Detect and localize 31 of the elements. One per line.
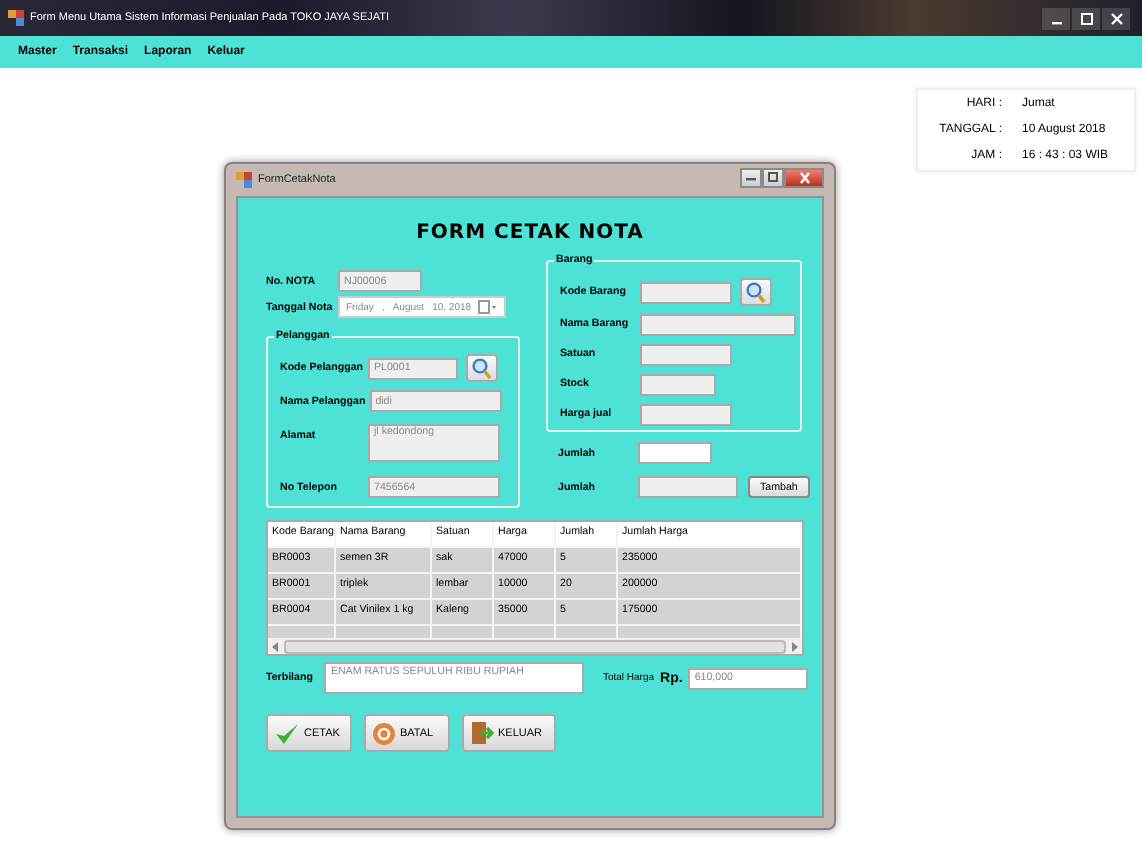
search-button[interactable] xyxy=(466,354,498,382)
input-field[interactable] xyxy=(640,403,732,425)
door-exit-icon xyxy=(470,720,494,746)
close-icon xyxy=(1109,11,1123,25)
app-icon xyxy=(8,10,24,26)
input-field[interactable] xyxy=(640,343,732,365)
minimize-icon xyxy=(744,172,758,182)
check-icon xyxy=(274,721,300,745)
input-field[interactable] xyxy=(638,442,712,464)
form-icon xyxy=(236,172,252,188)
maximize-button[interactable] xyxy=(1072,7,1100,29)
input-field[interactable] xyxy=(640,281,732,303)
calendar-dropdown-icon xyxy=(478,300,498,314)
cancel-icon xyxy=(372,721,396,745)
close-button[interactable] xyxy=(1102,7,1130,29)
close-icon xyxy=(797,171,811,183)
minimize-button[interactable] xyxy=(1042,7,1070,29)
scroll-left-icon[interactable] xyxy=(272,641,280,651)
maximize-icon xyxy=(766,172,780,182)
minimize-button[interactable] xyxy=(740,167,762,187)
input-field[interactable] xyxy=(640,373,716,395)
magnifier-icon xyxy=(746,281,766,303)
input-field[interactable] xyxy=(638,476,738,498)
search-button[interactable] xyxy=(740,278,772,306)
magnifier-icon xyxy=(472,357,492,379)
form-heading: FORM CETAK NOTA xyxy=(414,222,646,244)
horizontal-scrollbar[interactable] xyxy=(268,638,802,654)
maximize-icon xyxy=(1079,11,1093,25)
input-field[interactable] xyxy=(640,313,796,335)
maximize-button[interactable] xyxy=(762,167,784,187)
scroll-right-icon[interactable] xyxy=(790,641,798,651)
